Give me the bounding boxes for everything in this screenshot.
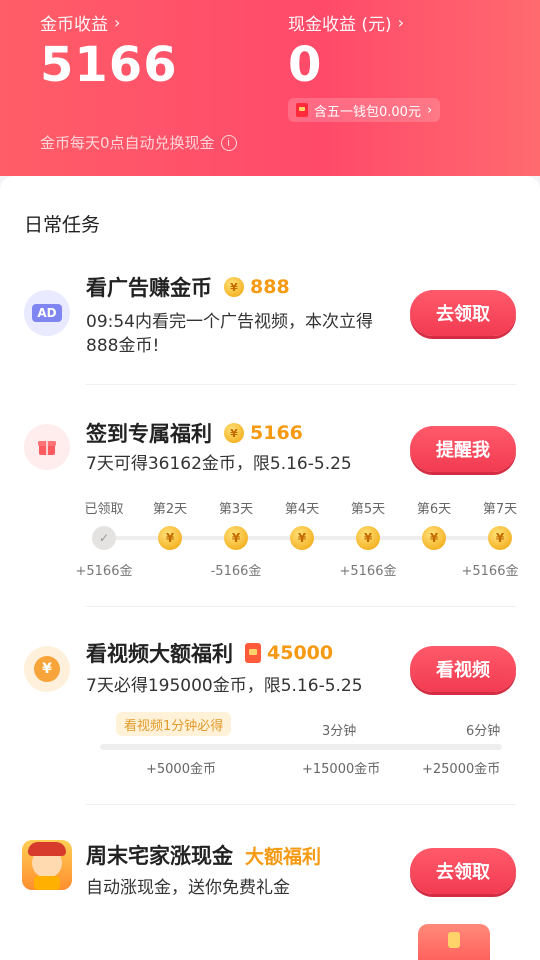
divider [86,384,516,385]
coin-income-label: 金币收益 [40,15,108,35]
task-video-reward-value: 45000 [267,642,334,664]
milestone-6min: 6分钟 [466,724,501,739]
chevron-right-icon: › [397,13,405,32]
task-checkin-title: 签到专属福利 [86,422,212,446]
video-progress-tag: 看视频1分钟必得 [116,712,232,736]
day-reward-1: +5166金 [75,564,133,579]
task-video-watch-button[interactable]: 看视频 [410,646,516,692]
gift-icon [24,424,70,470]
cash-income-value: 0 [288,37,323,93]
milestone-3min: 3分钟 [322,724,357,739]
coin-income-value: 5166 [40,37,178,93]
task-weekend-claim-button[interactable]: 去领取 [410,848,516,894]
day-reward-3: -5166金 [210,564,262,579]
day-reward-5: +5166金 [339,564,397,579]
task-ad-claim-button[interactable]: 去领取 [410,290,516,336]
coin-icon: ¥ [158,526,182,550]
wallet-pill-text: 含五一钱包0.00元 [314,104,421,120]
video-reward-2: +15000金币 [302,762,381,777]
task-weekend-tag: 大额福利 [245,845,322,868]
info-icon[interactable]: i [220,134,237,151]
cash-income-label: 现金收益 (元) [288,15,392,35]
task-checkin-reward-value: 5166 [250,422,303,444]
task-ad-desc-line1: 09:54内看完一个广告视频，本次立得 [86,312,373,332]
weekend-avatar-icon [22,840,72,890]
coin-income[interactable]: 金币收益 › 5166 [40,10,178,93]
coin-icon: ¥ [488,526,512,550]
task-ad-desc-line2: 888金币! [86,336,160,356]
task-ad-reward-value: 888 [250,276,290,298]
check-icon: ✓ [92,526,116,550]
coin-income-label-row: 金币收益 › [40,10,178,35]
exchange-note: 金币每天0点自动兑换现金 i [40,132,237,153]
coin-icon: ¥ [224,526,248,550]
coin-icon: ¥ [224,277,244,297]
yen-icon: ¥ [24,646,70,692]
income-header: 金币收益 › 5166 现金收益 (元) › 0 含五一钱包0.00元 › 金币… [0,0,540,176]
ad-icon-label: AD [32,304,62,322]
task-video-desc: 7天必得195000金币，限5.16-5.25 [86,676,363,696]
task-video-title-row: 看视频大额福利 45000 [86,638,333,668]
coin-icon: ¥ [422,526,446,550]
coin-icon: ¥ [356,526,380,550]
task-ad-title: 看广告赚金币 [86,276,212,300]
task-weekend-title-row: 周末宅家涨现金 大额福利 [86,840,321,870]
yen-symbol: ¥ [34,656,60,682]
video-reward-3: +25000金币 [422,762,501,777]
video-progress-track [100,744,502,750]
task-ad-title-row: 看广告赚金币 ¥ 888 [86,272,290,302]
divider [86,804,516,805]
task-ad-reward: ¥ 888 [224,276,290,298]
section-title: 日常任务 [24,214,101,236]
video-reward-1: +5000金币 [146,762,216,777]
cash-income[interactable]: 现金收益 (元) › 0 [288,10,404,93]
cash-income-label-row: 现金收益 (元) › [288,10,404,35]
task-weekend-desc: 自动涨现金，送你免费礼金 [86,878,290,898]
task-video-title: 看视频大额福利 [86,642,233,666]
task-video-reward: 45000 [245,642,333,664]
coin-icon: ¥ [290,526,314,550]
red-packet-icon [245,643,261,663]
wallet-pill[interactable]: 含五一钱包0.00元 › [288,98,441,122]
chevron-right-icon: › [426,102,433,118]
task-weekend-title: 周末宅家涨现金 [86,844,233,868]
day-label-7: 第7天 [482,502,518,517]
day-reward-7: +5166金 [461,564,519,579]
gift-svg [38,441,56,455]
task-ad-desc: 09:54内看完一个广告视频，本次立得 888金币! [86,310,373,358]
coin-icon: ¥ [224,423,244,443]
video-progress: 看视频1分钟必得 3分钟 6分钟 +5000金币 +15000金币 +25000… [0,712,540,792]
task-checkin-reward: ¥ 5166 [224,422,303,444]
task-checkin-desc: 7天可得36162金币，限5.16-5.25 [86,454,352,474]
task-checkin-remind-button[interactable]: 提醒我 [410,426,516,472]
exchange-note-text: 金币每天0点自动兑换现金 [40,134,215,152]
task-checkin-title-row: 签到专属福利 ¥ 5166 [86,418,303,448]
daily-tasks-card: 日常任务 AD 看广告赚金币 ¥ 888 09:54内看完一个广告视频，本次立得… [0,176,540,960]
divider [86,606,516,607]
chevron-right-icon: › [114,13,121,32]
red-packet-icon [296,103,308,117]
ad-icon: AD [24,290,70,336]
treasure-chest-icon[interactable] [418,924,490,960]
